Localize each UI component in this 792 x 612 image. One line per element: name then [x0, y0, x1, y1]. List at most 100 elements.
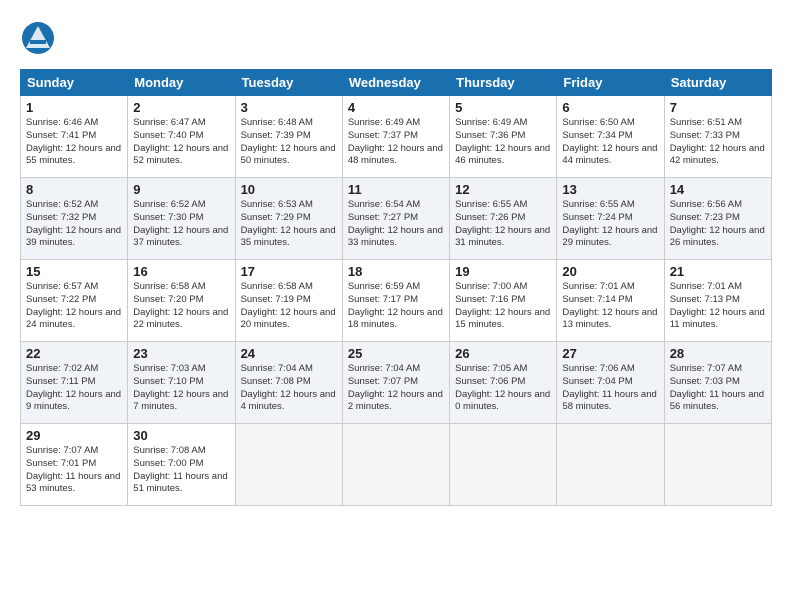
cell-info: Sunrise: 6:56 AM Sunset: 7:23 PM Dayligh… — [670, 199, 766, 250]
calendar-cell: 30 Sunrise: 7:08 AM Sunset: 7:00 PM Dayl… — [128, 424, 235, 506]
cell-info: Sunrise: 7:01 AM Sunset: 7:14 PM Dayligh… — [562, 281, 658, 332]
calendar-cell: 2 Sunrise: 6:47 AM Sunset: 7:40 PM Dayli… — [128, 96, 235, 178]
cell-info: Sunrise: 6:52 AM Sunset: 7:30 PM Dayligh… — [133, 199, 229, 250]
day-number: 9 — [133, 182, 229, 197]
calendar-cell: 16 Sunrise: 6:58 AM Sunset: 7:20 PM Dayl… — [128, 260, 235, 342]
calendar-cell — [342, 424, 449, 506]
cell-info: Sunrise: 6:49 AM Sunset: 7:36 PM Dayligh… — [455, 117, 551, 168]
calendar-cell: 10 Sunrise: 6:53 AM Sunset: 7:29 PM Dayl… — [235, 178, 342, 260]
cell-info: Sunrise: 6:47 AM Sunset: 7:40 PM Dayligh… — [133, 117, 229, 168]
day-number: 16 — [133, 264, 229, 279]
calendar-cell: 18 Sunrise: 6:59 AM Sunset: 7:17 PM Dayl… — [342, 260, 449, 342]
day-number: 18 — [348, 264, 444, 279]
day-number: 11 — [348, 182, 444, 197]
page-header — [20, 16, 772, 61]
day-number: 1 — [26, 100, 122, 115]
day-number: 25 — [348, 346, 444, 361]
day-number: 21 — [670, 264, 766, 279]
day-number: 23 — [133, 346, 229, 361]
cell-info: Sunrise: 6:46 AM Sunset: 7:41 PM Dayligh… — [26, 117, 122, 168]
day-number: 15 — [26, 264, 122, 279]
weekday-header: Tuesday — [235, 70, 342, 96]
day-number: 27 — [562, 346, 658, 361]
calendar-cell: 7 Sunrise: 6:51 AM Sunset: 7:33 PM Dayli… — [664, 96, 771, 178]
calendar-cell: 14 Sunrise: 6:56 AM Sunset: 7:23 PM Dayl… — [664, 178, 771, 260]
calendar-cell — [235, 424, 342, 506]
calendar-cell: 11 Sunrise: 6:54 AM Sunset: 7:27 PM Dayl… — [342, 178, 449, 260]
logo — [20, 20, 60, 61]
calendar-cell: 17 Sunrise: 6:58 AM Sunset: 7:19 PM Dayl… — [235, 260, 342, 342]
day-number: 24 — [241, 346, 337, 361]
calendar-cell: 22 Sunrise: 7:02 AM Sunset: 7:11 PM Dayl… — [21, 342, 128, 424]
calendar-cell: 21 Sunrise: 7:01 AM Sunset: 7:13 PM Dayl… — [664, 260, 771, 342]
weekday-header: Friday — [557, 70, 664, 96]
day-number: 20 — [562, 264, 658, 279]
calendar-cell: 28 Sunrise: 7:07 AM Sunset: 7:03 PM Dayl… — [664, 342, 771, 424]
cell-info: Sunrise: 6:50 AM Sunset: 7:34 PM Dayligh… — [562, 117, 658, 168]
day-number: 30 — [133, 428, 229, 443]
weekday-header: Saturday — [664, 70, 771, 96]
calendar-cell: 8 Sunrise: 6:52 AM Sunset: 7:32 PM Dayli… — [21, 178, 128, 260]
cell-info: Sunrise: 7:03 AM Sunset: 7:10 PM Dayligh… — [133, 363, 229, 414]
calendar-cell — [450, 424, 557, 506]
day-number: 10 — [241, 182, 337, 197]
day-number: 29 — [26, 428, 122, 443]
calendar-cell: 9 Sunrise: 6:52 AM Sunset: 7:30 PM Dayli… — [128, 178, 235, 260]
logo-icon — [20, 20, 56, 56]
day-number: 12 — [455, 182, 551, 197]
calendar-cell: 1 Sunrise: 6:46 AM Sunset: 7:41 PM Dayli… — [21, 96, 128, 178]
cell-info: Sunrise: 6:55 AM Sunset: 7:24 PM Dayligh… — [562, 199, 658, 250]
calendar-cell — [664, 424, 771, 506]
calendar-cell: 15 Sunrise: 6:57 AM Sunset: 7:22 PM Dayl… — [21, 260, 128, 342]
day-number: 28 — [670, 346, 766, 361]
weekday-header: Monday — [128, 70, 235, 96]
calendar-cell: 12 Sunrise: 6:55 AM Sunset: 7:26 PM Dayl… — [450, 178, 557, 260]
day-number: 5 — [455, 100, 551, 115]
weekday-header: Sunday — [21, 70, 128, 96]
cell-info: Sunrise: 7:06 AM Sunset: 7:04 PM Dayligh… — [562, 363, 658, 414]
cell-info: Sunrise: 7:07 AM Sunset: 7:01 PM Dayligh… — [26, 445, 122, 496]
cell-info: Sunrise: 7:00 AM Sunset: 7:16 PM Dayligh… — [455, 281, 551, 332]
cell-info: Sunrise: 6:59 AM Sunset: 7:17 PM Dayligh… — [348, 281, 444, 332]
cell-info: Sunrise: 6:58 AM Sunset: 7:20 PM Dayligh… — [133, 281, 229, 332]
cell-info: Sunrise: 7:02 AM Sunset: 7:11 PM Dayligh… — [26, 363, 122, 414]
calendar-cell: 5 Sunrise: 6:49 AM Sunset: 7:36 PM Dayli… — [450, 96, 557, 178]
day-number: 26 — [455, 346, 551, 361]
calendar-table: SundayMondayTuesdayWednesdayThursdayFrid… — [20, 69, 772, 506]
day-number: 17 — [241, 264, 337, 279]
cell-info: Sunrise: 7:04 AM Sunset: 7:08 PM Dayligh… — [241, 363, 337, 414]
cell-info: Sunrise: 6:57 AM Sunset: 7:22 PM Dayligh… — [26, 281, 122, 332]
calendar-cell: 27 Sunrise: 7:06 AM Sunset: 7:04 PM Dayl… — [557, 342, 664, 424]
calendar-cell: 24 Sunrise: 7:04 AM Sunset: 7:08 PM Dayl… — [235, 342, 342, 424]
weekday-header: Thursday — [450, 70, 557, 96]
day-number: 7 — [670, 100, 766, 115]
day-number: 2 — [133, 100, 229, 115]
calendar-cell: 3 Sunrise: 6:48 AM Sunset: 7:39 PM Dayli… — [235, 96, 342, 178]
calendar-cell: 25 Sunrise: 7:04 AM Sunset: 7:07 PM Dayl… — [342, 342, 449, 424]
day-number: 6 — [562, 100, 658, 115]
weekday-header: Wednesday — [342, 70, 449, 96]
cell-info: Sunrise: 6:54 AM Sunset: 7:27 PM Dayligh… — [348, 199, 444, 250]
cell-info: Sunrise: 7:08 AM Sunset: 7:00 PM Dayligh… — [133, 445, 229, 496]
day-number: 19 — [455, 264, 551, 279]
calendar-cell: 26 Sunrise: 7:05 AM Sunset: 7:06 PM Dayl… — [450, 342, 557, 424]
calendar-cell — [557, 424, 664, 506]
cell-info: Sunrise: 7:05 AM Sunset: 7:06 PM Dayligh… — [455, 363, 551, 414]
calendar-cell: 19 Sunrise: 7:00 AM Sunset: 7:16 PM Dayl… — [450, 260, 557, 342]
day-number: 14 — [670, 182, 766, 197]
calendar-cell: 23 Sunrise: 7:03 AM Sunset: 7:10 PM Dayl… — [128, 342, 235, 424]
day-number: 8 — [26, 182, 122, 197]
calendar-cell: 6 Sunrise: 6:50 AM Sunset: 7:34 PM Dayli… — [557, 96, 664, 178]
calendar-cell: 29 Sunrise: 7:07 AM Sunset: 7:01 PM Dayl… — [21, 424, 128, 506]
day-number: 4 — [348, 100, 444, 115]
day-number: 3 — [241, 100, 337, 115]
cell-info: Sunrise: 7:07 AM Sunset: 7:03 PM Dayligh… — [670, 363, 766, 414]
cell-info: Sunrise: 6:53 AM Sunset: 7:29 PM Dayligh… — [241, 199, 337, 250]
day-number: 22 — [26, 346, 122, 361]
cell-info: Sunrise: 6:55 AM Sunset: 7:26 PM Dayligh… — [455, 199, 551, 250]
calendar-cell: 4 Sunrise: 6:49 AM Sunset: 7:37 PM Dayli… — [342, 96, 449, 178]
cell-info: Sunrise: 6:52 AM Sunset: 7:32 PM Dayligh… — [26, 199, 122, 250]
cell-info: Sunrise: 6:48 AM Sunset: 7:39 PM Dayligh… — [241, 117, 337, 168]
cell-info: Sunrise: 6:49 AM Sunset: 7:37 PM Dayligh… — [348, 117, 444, 168]
cell-info: Sunrise: 7:01 AM Sunset: 7:13 PM Dayligh… — [670, 281, 766, 332]
